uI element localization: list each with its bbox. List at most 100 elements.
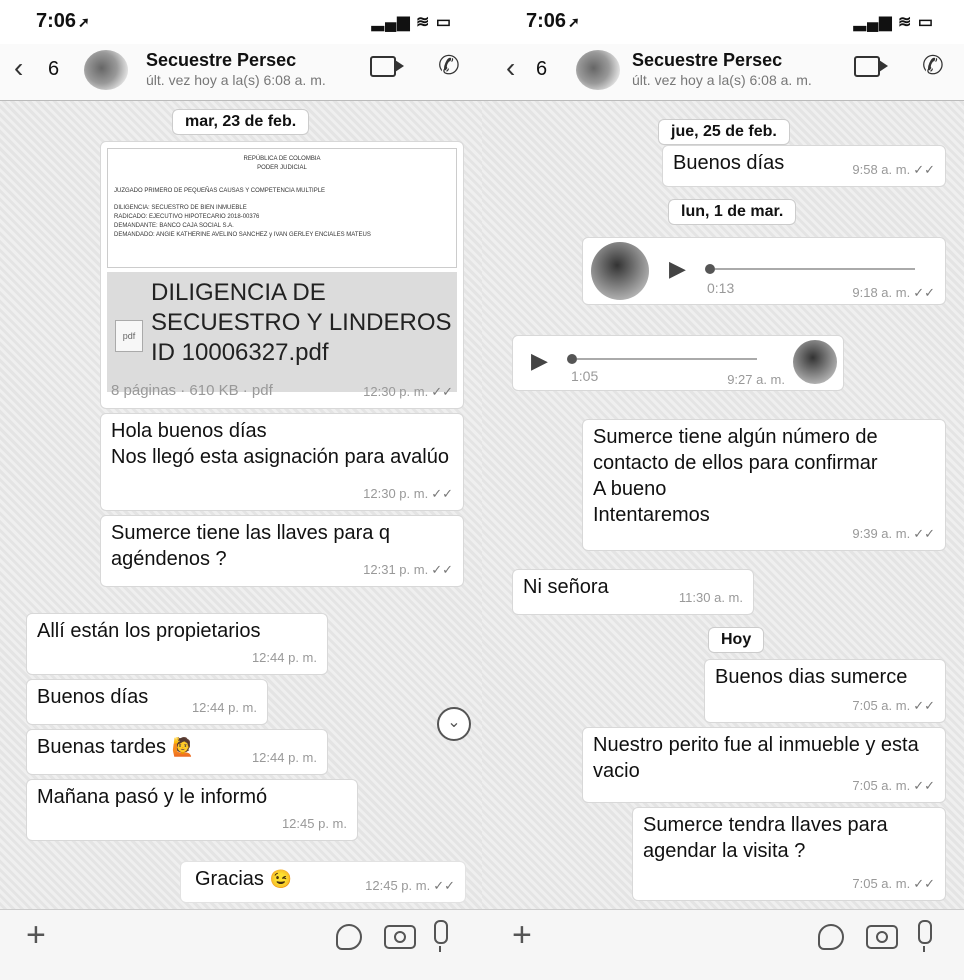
message-bubble-incoming[interactable]: Buenas tardes 🙋 12:44 p. m. [26, 729, 328, 775]
plus-icon[interactable]: + [26, 916, 46, 955]
back-chevron-icon[interactable]: ‹ [14, 52, 23, 84]
message-text: Hola buenos días Nos llegó esta asignaci… [111, 420, 449, 468]
document-preview: REPÚBLICA DE COLOMBIA PODER JUDICIAL JUZ… [107, 148, 457, 268]
chat-header: ‹ 6 Secuestre Persec últ. vez hoy a la(s… [482, 44, 964, 101]
chat-area[interactable]: jue, 25 de feb. Buenos días 9:58 a. m. ✓✓… [482, 101, 964, 910]
voice-message[interactable]: ▶ 0:13 9:18 a. m. ✓✓ [582, 237, 946, 305]
read-ticks-icon: ✓✓ [913, 285, 935, 300]
last-seen-status: últ. vez hoy a la(s) 6:08 a. m. [632, 72, 812, 88]
read-ticks-icon: ✓✓ [433, 878, 455, 893]
contact-avatar[interactable] [576, 50, 620, 90]
doc-preview-line: DEMANDADO: ANGIE KATHERINE AVELINO SANCH… [114, 232, 371, 238]
microphone-icon[interactable] [918, 920, 932, 952]
status-time: 7:06 ➚ [36, 10, 90, 32]
play-icon[interactable]: ▶ [669, 256, 686, 282]
message-meta: 9:39 a. m. ✓✓ [852, 526, 935, 541]
read-ticks-icon: ✓✓ [431, 562, 453, 577]
sticker-icon[interactable] [818, 924, 844, 950]
document-info: 8 páginas · 610 KB · pdf [111, 382, 273, 399]
phone-screen-right: 7:06 ➚ ▂▄▆ ≋ ▭ ‹ 6 Secuestre Persec últ. … [482, 0, 964, 980]
document-filename: DILIGENCIA DE SECUESTRO Y LINDEROS ID 10… [151, 279, 452, 366]
message-meta: 12:31 p. m. ✓✓ [363, 562, 453, 577]
message-bubble-incoming[interactable]: Ni señora 11:30 a. m. [512, 569, 754, 615]
date-separator: jue, 25 de feb. [658, 119, 790, 145]
status-bar: 7:06 ➚ ▂▄▆ ≋ ▭ [0, 0, 482, 40]
message-bubble-outgoing[interactable]: Buenos dias sumerce 7:05 a. m. ✓✓ [704, 659, 946, 723]
video-call-icon[interactable] [370, 56, 404, 77]
message-bubble-incoming[interactable]: Buenos días 12:44 p. m. [26, 679, 268, 725]
scroll-down-icon[interactable]: ⌄ [437, 707, 471, 741]
unread-count[interactable]: 6 [536, 58, 547, 81]
location-arrow-icon: ➚ [78, 14, 90, 30]
doc-preview-line: PODER JUDICIAL [257, 165, 307, 171]
message-meta: 7:05 a. m. ✓✓ [852, 778, 935, 793]
document-message[interactable]: REPÚBLICA DE COLOMBIA PODER JUDICIAL JUZ… [100, 141, 464, 409]
message-bubble-incoming[interactable]: Mañana pasó y le informó 12:45 p. m. [26, 779, 358, 841]
message-meta: 7:05 a. m. ✓✓ [852, 698, 935, 713]
message-meta: 9:27 a. m. [727, 372, 785, 387]
wink-emoji-icon: 😉 [269, 869, 292, 889]
audio-waveform [715, 268, 915, 270]
message-bubble-outgoing[interactable]: Hola buenos días Nos llegó esta asignaci… [100, 413, 464, 511]
message-meta: 12:45 p. m. ✓✓ [365, 878, 455, 893]
audio-progress-dot[interactable] [567, 354, 577, 364]
doc-preview-line: DILIGENCIA: SECUESTRO DE BIEN INMUEBLE [114, 205, 247, 211]
read-ticks-icon: ✓✓ [913, 526, 935, 541]
last-seen-status: últ. vez hoy a la(s) 6:08 a. m. [146, 72, 326, 88]
message-meta: 9:18 a. m. ✓✓ [852, 285, 935, 300]
composer-bar: + [0, 909, 482, 980]
message-meta: 12:45 p. m. [281, 816, 347, 831]
read-ticks-icon: ✓✓ [913, 698, 935, 713]
message-bubble-outgoing[interactable]: Gracias 😉 12:45 p. m. ✓✓ [180, 861, 466, 903]
microphone-icon[interactable] [434, 920, 448, 952]
voice-message-incoming[interactable]: ▶ 1:05 9:27 a. m. [512, 335, 844, 391]
composer-bar: + [482, 909, 964, 980]
message-meta: 12:44 p. m. [251, 650, 317, 665]
pdf-icon: pdf [115, 320, 143, 352]
audio-progress-dot[interactable] [705, 264, 715, 274]
back-chevron-icon[interactable]: ‹ [506, 52, 515, 84]
unread-count[interactable]: 6 [48, 58, 59, 81]
audio-waveform [577, 358, 757, 360]
contact-name[interactable]: Secuestre Persec [632, 50, 782, 71]
date-separator: lun, 1 de mar. [668, 199, 797, 225]
doc-preview-line: REPÚBLICA DE COLOMBIA [243, 156, 321, 162]
message-text: Allí están los propietarios [37, 620, 261, 642]
audio-duration: 0:13 [707, 280, 735, 296]
read-ticks-icon: ✓✓ [913, 162, 935, 177]
message-bubble-outgoing[interactable]: Buenos días 9:58 a. m. ✓✓ [662, 145, 946, 187]
camera-icon[interactable] [384, 925, 416, 949]
doc-preview-line: JUZGADO PRIMERO DE PEQUEÑAS CAUSAS Y COM… [114, 188, 326, 194]
video-call-icon[interactable] [854, 56, 888, 77]
date-separator: mar, 23 de feb. [172, 109, 310, 135]
phone-screen-left: 7:06 ➚ ▂▄▆ ≋ ▭ ‹ 6 Secuestre Persec últ. … [0, 0, 482, 980]
status-bar: 7:06 ➚ ▂▄▆ ≋ ▭ [482, 0, 964, 40]
doc-preview-line: RADICADO: EJECUTIVO HIPOTECARIO 2018-003… [114, 214, 260, 220]
read-ticks-icon: ✓✓ [431, 486, 453, 501]
chat-header: ‹ 6 Secuestre Persec últ. vez hoy a la(s… [0, 44, 482, 101]
message-meta: 12:30 p. m. ✓✓ [363, 486, 453, 501]
message-bubble-outgoing[interactable]: Sumerce tiene algún número de contacto d… [582, 419, 946, 551]
message-bubble-incoming[interactable]: Allí están los propietarios 12:44 p. m. [26, 613, 328, 675]
message-text: Sumerce tiene algún número de contacto d… [593, 426, 878, 526]
message-text: Sumerce tendra llaves para agendar la vi… [643, 814, 888, 862]
message-bubble-outgoing[interactable]: Sumerce tendra llaves para agendar la vi… [632, 807, 946, 901]
play-icon[interactable]: ▶ [531, 348, 548, 374]
contact-name[interactable]: Secuestre Persec [146, 50, 296, 71]
camera-icon[interactable] [866, 925, 898, 949]
chat-area[interactable]: mar, 23 de feb. REPÚBLICA DE COLOMBIA PO… [0, 101, 482, 910]
audio-duration: 1:05 [571, 368, 599, 384]
read-ticks-icon: ✓✓ [913, 778, 935, 793]
message-bubble-outgoing[interactable]: Nuestro perito fue al inmueble y esta va… [582, 727, 946, 803]
sticker-icon[interactable] [336, 924, 362, 950]
message-meta: 9:58 a. m. ✓✓ [852, 162, 935, 177]
phone-call-icon[interactable]: ✆ [922, 50, 944, 81]
doc-preview-line: DEMANDANTE: BANCO CAJA SOCIAL S.A. [114, 223, 234, 229]
message-text: Mañana pasó y le informó [37, 786, 268, 808]
contact-avatar[interactable] [84, 50, 128, 90]
phone-call-icon[interactable]: ✆ [438, 50, 460, 81]
signal-wifi-battery-icon: ▂▄▆ ≋ ▭ [853, 14, 934, 31]
status-time: 7:06 ➚ [526, 10, 580, 32]
message-bubble-outgoing[interactable]: Sumerce tiene las llaves para q agéndeno… [100, 515, 464, 587]
plus-icon[interactable]: + [512, 916, 532, 955]
